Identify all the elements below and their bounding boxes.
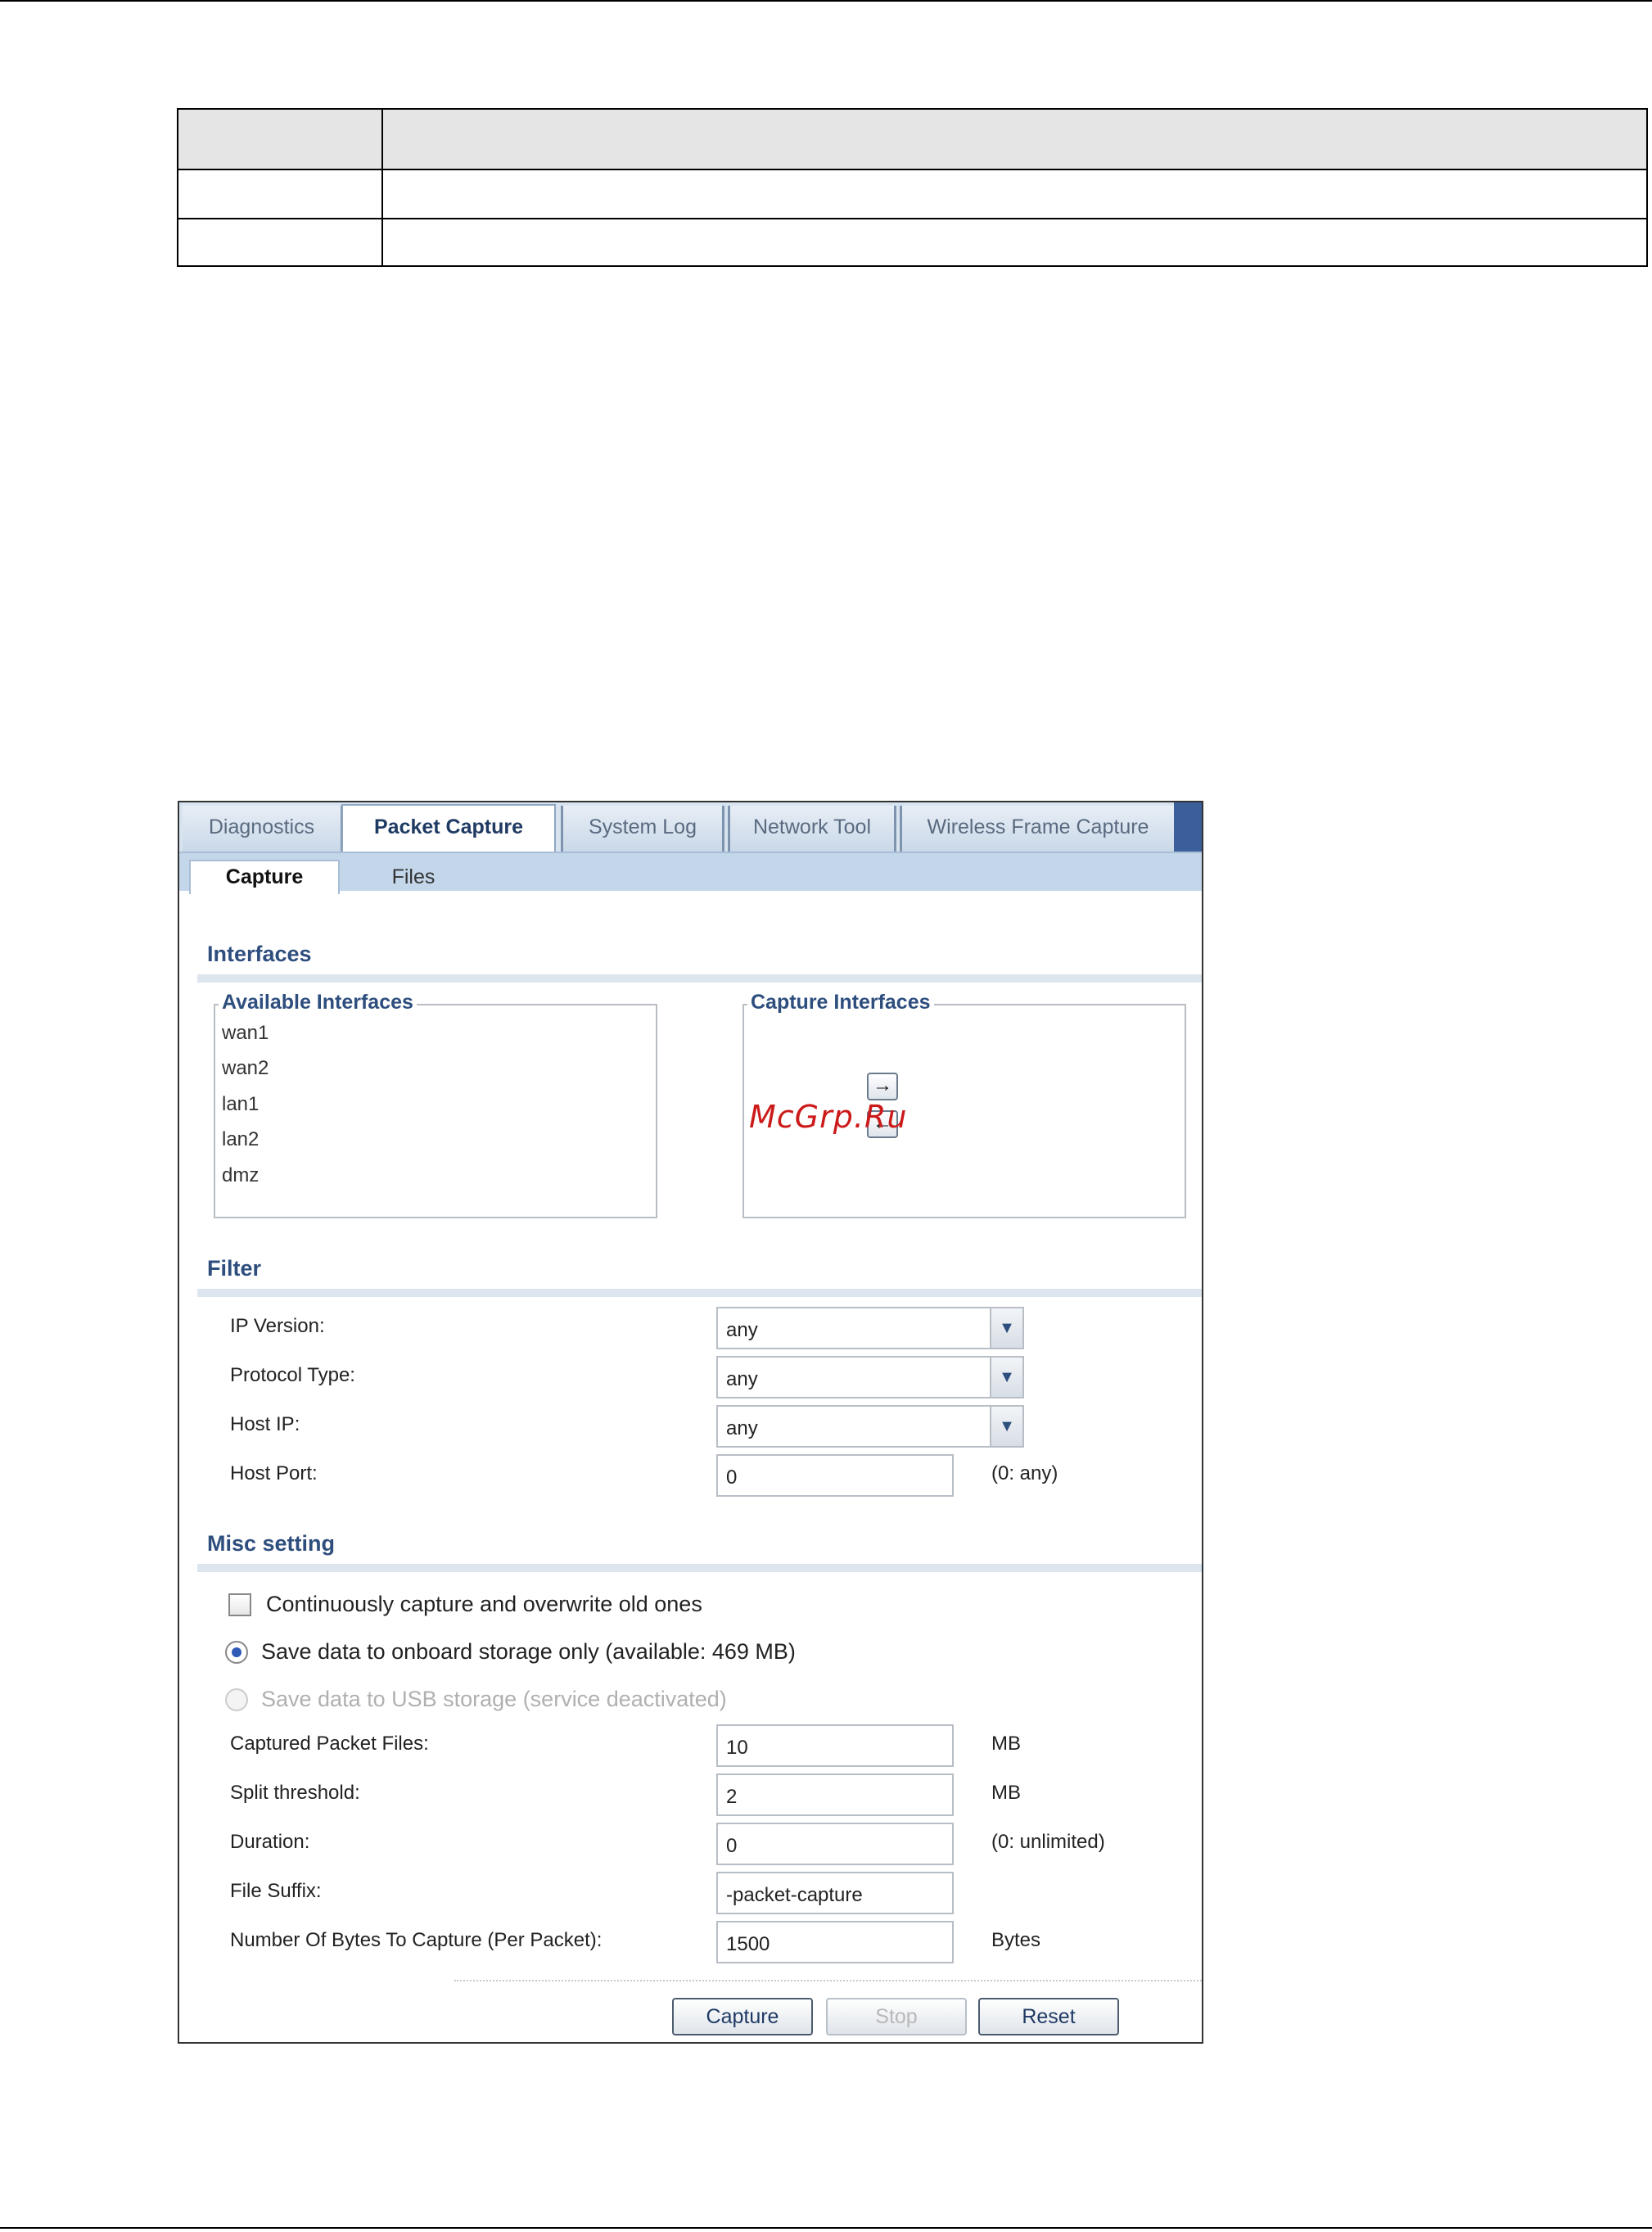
file-suffix-input[interactable]: -packet-capture [716, 1872, 954, 1914]
file-suffix-label: File Suffix: [230, 1880, 322, 1902]
interface-item-wan1[interactable]: wan1 [222, 1022, 269, 1045]
captured-files-input[interactable]: 10 [716, 1724, 954, 1767]
bottom-rule [0, 2227, 1652, 2229]
interfaces-section-title: Interfaces [207, 942, 312, 966]
reset-button[interactable]: Reset [978, 1998, 1119, 2035]
usb-storage-label: Save data to USB storage (service deacti… [261, 1687, 727, 1711]
capture-interfaces-legend: Capture Interfaces [747, 991, 934, 1014]
ip-version-label: IP Version: [230, 1315, 325, 1337]
document-table [177, 108, 1648, 267]
filter-section-title: Filter [207, 1256, 262, 1281]
continuous-capture-checkbox[interactable] [228, 1593, 251, 1616]
tab-wireless-frame-capture[interactable]: Wireless Frame Capture [900, 806, 1176, 852]
file-suffix-value: -packet-capture [726, 1884, 863, 1906]
duration-label: Duration: [230, 1831, 310, 1853]
table-row [178, 170, 1646, 219]
host-ip-label: Host IP: [230, 1413, 300, 1435]
host-ip-value: any [726, 1417, 758, 1439]
interface-item-lan2[interactable]: lan2 [222, 1128, 259, 1151]
capture-button[interactable]: Capture [672, 1998, 813, 2035]
interface-item-wan2[interactable]: wan2 [222, 1057, 269, 1080]
protocol-type-select[interactable]: any ▼ [716, 1356, 1024, 1398]
interface-item-lan1[interactable]: lan1 [222, 1093, 259, 1116]
onboard-storage-radio[interactable] [225, 1641, 248, 1664]
split-threshold-value: 2 [726, 1786, 738, 1808]
host-port-hint: (0: any) [991, 1462, 1058, 1484]
page: { "tabs": ["Diagnostics", "Packet Captur… [0, 0, 1652, 2232]
captured-files-value: 10 [726, 1737, 748, 1759]
ip-version-select[interactable]: any ▼ [716, 1307, 1024, 1349]
tab-network-tool[interactable]: Network Tool [728, 806, 896, 852]
captured-files-unit: MB [991, 1733, 1021, 1755]
sub-tab-bar: Capture Files [179, 852, 1202, 894]
split-threshold-unit: MB [991, 1782, 1021, 1804]
ip-version-value: any [726, 1319, 758, 1341]
section-divider [197, 974, 1202, 983]
host-port-label: Host Port: [230, 1462, 318, 1484]
chevron-down-icon[interactable]: ▼ [990, 1407, 1022, 1446]
chevron-down-icon[interactable]: ▼ [990, 1358, 1022, 1397]
protocol-type-label: Protocol Type: [230, 1364, 355, 1386]
subtab-files[interactable]: Files [348, 861, 479, 892]
top-rule [0, 0, 1652, 2]
interface-item-dmz[interactable]: dmz [222, 1164, 259, 1187]
watermark-text: McGrp.Ru [749, 1099, 908, 1135]
duration-hint: (0: unlimited) [991, 1831, 1105, 1853]
section-divider [197, 1564, 1202, 1572]
bytes-to-capture-value: 1500 [726, 1933, 770, 1955]
protocol-type-value: any [726, 1368, 758, 1390]
tab-bar-endcap [1174, 802, 1202, 852]
button-divider [454, 1980, 1202, 1981]
duration-value: 0 [726, 1835, 738, 1857]
table-header-row [178, 110, 1646, 170]
tab-diagnostics[interactable]: Diagnostics [183, 806, 343, 852]
subtab-capture[interactable]: Capture [189, 860, 340, 894]
host-ip-select[interactable]: any ▼ [716, 1405, 1024, 1448]
duration-input[interactable]: 0 [716, 1823, 954, 1865]
section-divider [197, 1289, 1202, 1297]
chevron-down-icon[interactable]: ▼ [990, 1308, 1022, 1348]
stop-button[interactable]: Stop [826, 1998, 967, 2035]
split-threshold-label: Split threshold: [230, 1782, 360, 1804]
continuous-capture-label: Continuously capture and overwrite old o… [266, 1592, 702, 1616]
bytes-to-capture-unit: Bytes [991, 1929, 1041, 1951]
usb-storage-radio[interactable] [225, 1688, 248, 1711]
table-column-divider [381, 110, 383, 265]
main-tab-bar: Diagnostics Packet Capture System Log Ne… [179, 802, 1202, 852]
host-port-input[interactable]: 0 [716, 1454, 954, 1497]
bytes-to-capture-label: Number Of Bytes To Capture (Per Packet): [230, 1929, 603, 1951]
tab-system-log[interactable]: System Log [561, 806, 724, 852]
captured-files-label: Captured Packet Files: [230, 1733, 429, 1755]
bytes-to-capture-input[interactable]: 1500 [716, 1921, 954, 1963]
table-row [178, 219, 1646, 265]
misc-section-title: Misc setting [207, 1531, 336, 1556]
tab-packet-capture[interactable]: Packet Capture [341, 804, 556, 852]
onboard-storage-label: Save data to onboard storage only (avail… [261, 1639, 796, 1664]
split-threshold-input[interactable]: 2 [716, 1773, 954, 1816]
host-port-value: 0 [726, 1466, 738, 1489]
packet-capture-panel: Diagnostics Packet Capture System Log Ne… [178, 801, 1203, 2044]
available-interfaces-legend: Available Interfaces [219, 991, 417, 1014]
available-interfaces-list[interactable]: Available Interfaces wan1 wan2 lan1 lan2… [214, 991, 657, 1218]
